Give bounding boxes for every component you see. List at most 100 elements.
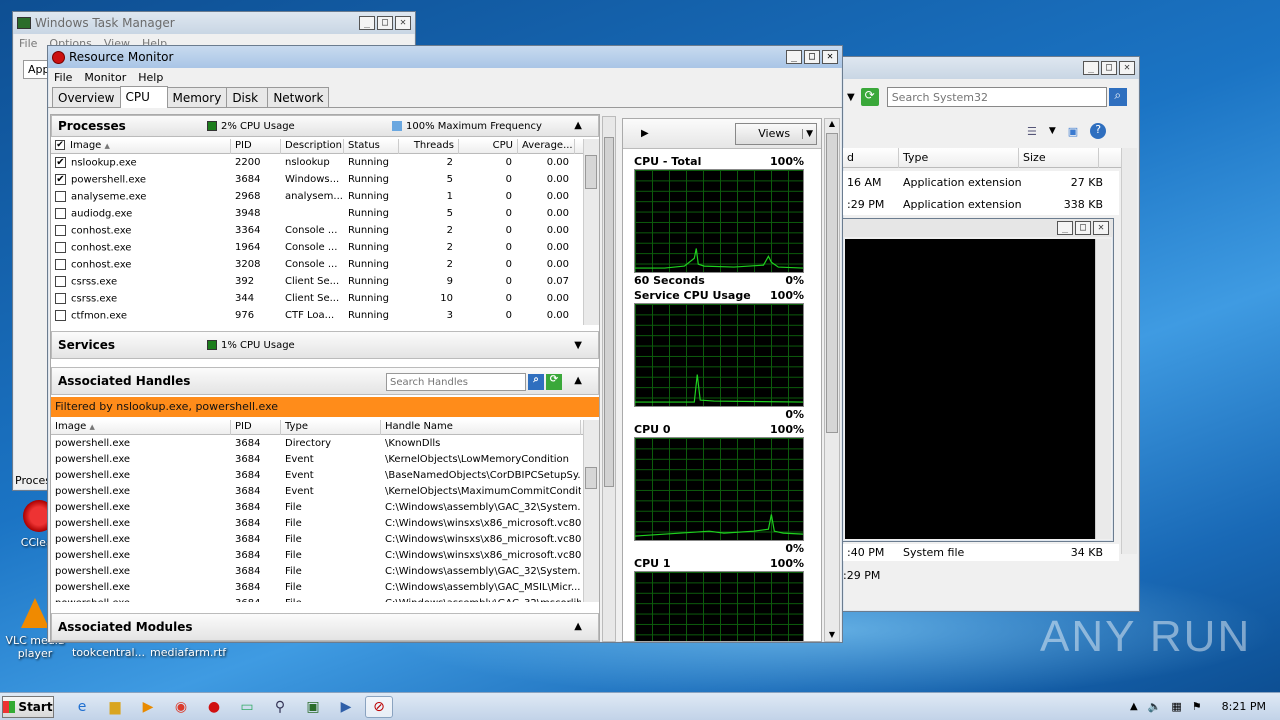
modules-header[interactable]: Associated Modules ▲ [51,613,599,641]
console-window[interactable]: _ □ ✕ [842,218,1114,542]
select-all-checkbox[interactable]: ✔ [55,139,65,150]
column-pid[interactable]: PID [231,420,281,435]
column-pid[interactable]: PID [231,138,281,154]
minimize-button[interactable]: _ [359,16,375,30]
chevron-down-icon[interactable]: ▼ [1049,126,1056,136]
handle-row[interactable]: powershell.exe 3684 File C:\Windows\winsxs\… [51,515,585,531]
process-row[interactable]: conhost.exe 1964 Console ... Running 2 0 0.00 [51,239,585,256]
media-player-icon[interactable]: ▶ [134,696,162,718]
handles-scrollbar[interactable] [583,420,599,602]
menu-file[interactable]: File [54,71,72,84]
process-checkbox[interactable] [55,207,66,219]
tab-network[interactable]: Network [267,87,330,107]
menu-help[interactable]: Help [138,71,163,84]
column-image[interactable]: ✔ Image ▲ [51,138,231,154]
process-checkbox[interactable] [55,292,66,304]
process-row[interactable]: conhost.exe 3208 Console ... Running 2 0 0.00 [51,256,585,273]
column-image[interactable]: Image ▲ [51,420,231,435]
network-tool-icon[interactable]: ⚲ [266,696,294,718]
column-type[interactable]: Type [899,147,1019,168]
start-button[interactable]: Start [2,695,54,718]
preview-pane-icon[interactable]: ▣ [1068,125,1078,138]
resource-monitor-window[interactable]: Resource Monitor _ □ ✕ File Monitor Help… [47,45,843,643]
desktop-icon-tookcentral[interactable]: tookcentral... [72,646,145,659]
tab-disk[interactable]: Disk [226,87,269,107]
ie-icon[interactable]: e [68,696,96,718]
handle-row[interactable]: powershell.exe3684FileC:\Windows\assembl… [51,579,585,595]
handle-row[interactable]: powershell.exe 3684 Event \KernelObjects\Lo… [51,451,585,467]
process-checkbox[interactable] [55,258,66,270]
graphs-scrollbar[interactable]: ▲ ▼ [824,118,840,642]
column-threads[interactable]: Threads [399,138,459,154]
console-titlebar[interactable]: _ □ ✕ [843,219,1113,237]
handle-row[interactable]: powershell.exe 3684 Event \KernelObjects\Ma… [51,483,585,499]
menu-file[interactable]: File [19,37,37,50]
maximize-button[interactable]: □ [377,16,393,30]
process-checkbox[interactable]: ✔ [55,173,66,185]
collapse-arrow-icon[interactable]: ▲ [574,375,582,386]
process-checkbox[interactable] [55,309,66,321]
explorer-scrollbar[interactable] [1121,148,1137,554]
process-row[interactable]: ✔ powershell.exe 3684 Windows... Running 5 0 0.… [51,171,585,188]
handles-header[interactable]: Associated Handles ⌕ ⟳ ▲ [51,367,599,395]
search-handles-input[interactable] [386,373,526,391]
resource-monitor-titlebar[interactable]: Resource Monitor _ □ ✕ [48,46,842,68]
process-row[interactable]: conhost.exe 3364 Console ... Running 2 0 0.00 [51,222,585,239]
process-row[interactable]: audiodg.exe 3948 Running 5 0 0.00 [51,205,585,222]
clock[interactable]: 8:21 PM [1222,700,1266,713]
search-icon[interactable]: ⌕ [528,374,544,390]
powershell-icon[interactable]: ▶ [332,696,360,718]
search-icon[interactable]: ⌕ [1108,88,1127,106]
handle-row[interactable]: powershell.exe 3684 Directory \KnownDlls [51,435,585,451]
scroll-up-icon[interactable]: ▲ [825,119,839,128]
network-icon[interactable]: ▦ [1171,700,1181,713]
refresh-icon[interactable]: ⟳ [860,88,879,106]
explorer-folder-icon[interactable]: ▆ [101,696,129,718]
desktop-icon-mediafarm[interactable]: mediafarm.rtf [150,646,226,659]
process-checkbox[interactable] [55,241,66,253]
views-button[interactable]: Views ▼ [735,122,817,145]
process-checkbox[interactable] [55,275,66,287]
maximize-button[interactable]: □ [804,50,820,64]
chrome-icon[interactable]: ◉ [167,696,195,718]
refresh-icon[interactable]: ⟳ [546,374,562,390]
dropdown-arrow-icon[interactable]: ▼ [847,92,855,103]
handle-row[interactable]: powershell.exe3684FileC:\Windows\assembl… [51,563,585,579]
column-size[interactable]: Size [1019,147,1099,168]
main-scrollbar-thumb[interactable] [604,137,614,487]
stop-icon[interactable]: ● [200,696,228,718]
graphs-scrollbar-thumb[interactable] [826,133,838,433]
minimize-button[interactable]: _ [1057,221,1073,235]
file-row[interactable]: :40 PM System file 34 KB [843,544,1119,561]
column-handle-name[interactable]: Handle Name [381,420,581,435]
minimize-button[interactable]: _ [786,50,802,64]
close-button[interactable]: ✕ [1119,61,1135,75]
maximize-button[interactable]: □ [1075,221,1091,235]
file-row[interactable]: 16 AM Application extension 27 KB [843,171,1119,193]
close-button[interactable]: ✕ [822,50,838,64]
handle-row[interactable]: powershell.exe3684FileC:\Windows\assembl… [51,499,585,515]
handles-scrollbar-thumb[interactable] [585,467,597,489]
task-manager-titlebar[interactable]: Windows Task Manager _ □ ✕ [13,12,415,34]
menu-monitor[interactable]: Monitor [84,71,126,84]
process-row[interactable]: analyseme.exe 2968 analysem... Running 1 0 0.0… [51,188,585,205]
process-checkbox[interactable]: ✔ [55,156,66,168]
minimize-button[interactable]: _ [1083,61,1099,75]
console-scrollbar[interactable] [1095,239,1111,539]
column-description[interactable]: Description [281,138,344,154]
main-scrollbar[interactable] [602,116,616,642]
column-average[interactable]: Average... [518,138,575,154]
expand-arrow-icon[interactable]: ▼ [574,340,582,351]
handle-row[interactable]: powershell.exe3684FileC:\Windows\assembl… [51,595,585,602]
flag-icon[interactable]: ⚑ [1192,700,1202,713]
play-arrow-icon[interactable]: ▶ [641,128,649,139]
column-status[interactable]: Status [344,138,399,154]
services-header[interactable]: Services 1% CPU Usage ▼ [51,331,599,359]
explorer-titlebar[interactable]: _ □ ✕ [843,57,1139,79]
collapse-arrow-icon[interactable]: ▲ [574,120,582,131]
close-button[interactable]: ✕ [1093,221,1109,235]
process-row[interactable]: ✔ nslookup.exe 2200 nslookup Running 2 0 0.00 [51,154,585,171]
process-row[interactable]: csrss.exe 344 Client Se... Running 10 0 0.00 [51,290,585,307]
tab-memory[interactable]: Memory [166,87,228,107]
resource-monitor-taskbar-icon[interactable]: ⊘ [365,695,393,718]
